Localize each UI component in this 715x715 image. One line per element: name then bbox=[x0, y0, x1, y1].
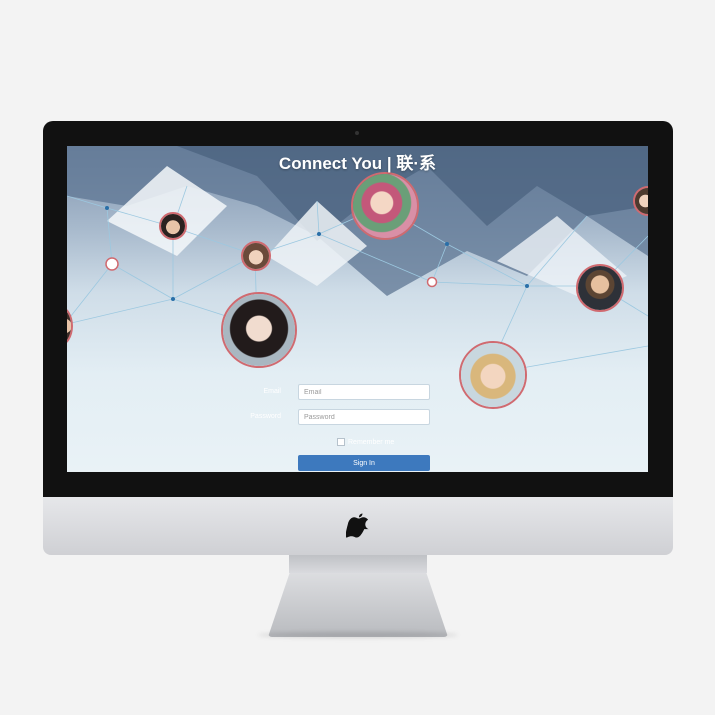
network-node-ring bbox=[105, 257, 119, 271]
camera-icon bbox=[355, 131, 359, 135]
user-avatar[interactable] bbox=[221, 292, 297, 368]
imac-stand bbox=[268, 573, 448, 637]
user-avatar[interactable] bbox=[159, 212, 187, 240]
remember-checkbox[interactable] bbox=[337, 438, 345, 446]
imac-neck bbox=[289, 555, 427, 573]
user-avatar[interactable] bbox=[459, 341, 527, 409]
email-label: Email bbox=[263, 388, 281, 395]
user-avatar[interactable] bbox=[351, 172, 419, 240]
email-input[interactable] bbox=[298, 384, 430, 400]
sign-in-button[interactable]: Sign In bbox=[298, 455, 430, 471]
login-screen: Connect You | 联·系 Email Password Remembe… bbox=[67, 146, 648, 472]
remember-label: Remember me bbox=[348, 438, 395, 446]
app-title: Connect You | 联·系 bbox=[278, 154, 437, 173]
password-label: Password bbox=[250, 413, 281, 420]
network-node-ring bbox=[426, 276, 438, 288]
user-avatar[interactable] bbox=[241, 241, 271, 271]
user-avatar[interactable] bbox=[633, 186, 648, 216]
password-input[interactable] bbox=[298, 409, 430, 425]
apple-logo-icon bbox=[346, 513, 369, 538]
remember-me[interactable]: Remember me bbox=[337, 438, 394, 446]
user-avatar[interactable] bbox=[576, 264, 624, 312]
stand-shadow bbox=[258, 632, 458, 638]
